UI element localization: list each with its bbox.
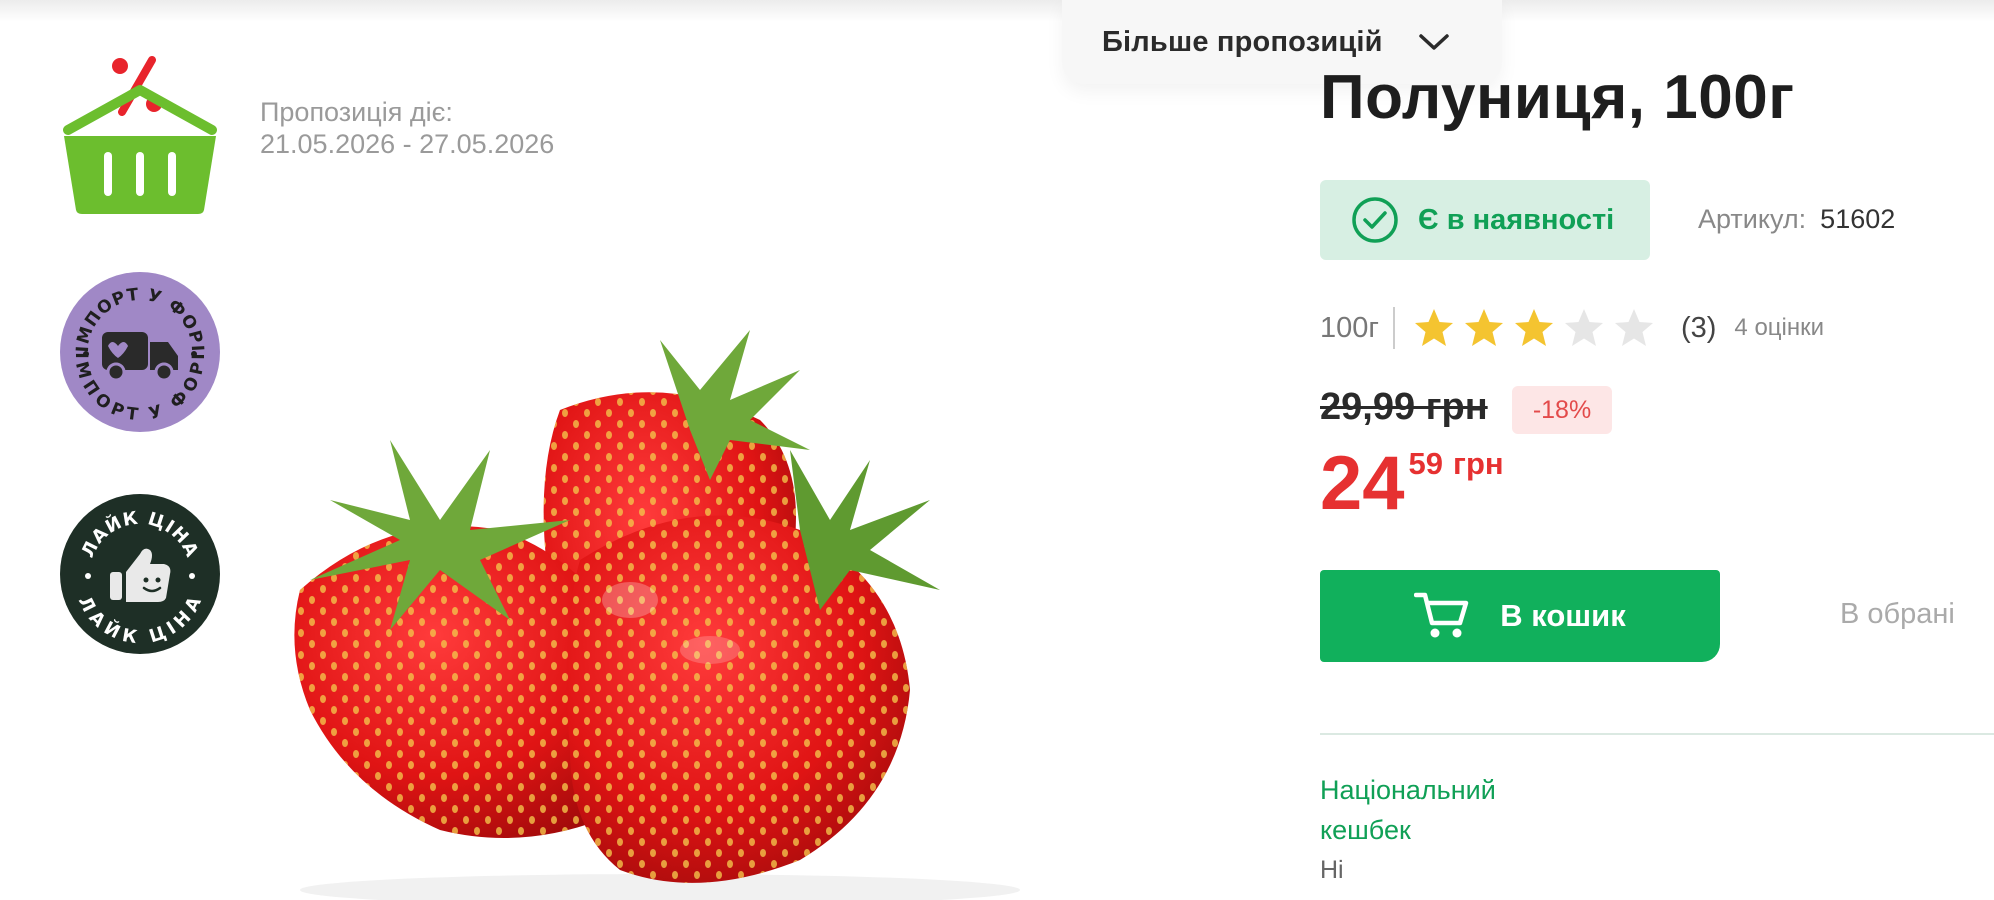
old-price: 29,99 грн: [1320, 386, 1488, 428]
price-currency: грн: [1453, 446, 1504, 481]
rating-stars[interactable]: [1413, 307, 1655, 349]
product-weight: 100г: [1320, 307, 1395, 349]
current-price: 24 59 грн: [1320, 444, 1504, 524]
add-to-cart-button[interactable]: В кошик: [1320, 570, 1720, 662]
star-icon[interactable]: [1613, 307, 1655, 349]
check-circle-icon: [1352, 197, 1398, 243]
rating-count: (3): [1680, 311, 1717, 344]
add-to-wishlist-button[interactable]: В обрані: [1840, 598, 1955, 631]
offer-dates: 21.05.2026 - 27.05.2026: [260, 129, 555, 159]
chevron-down-icon: [1418, 34, 1449, 50]
like-thumb-icon: ЛАЙК ЦІНА ЛАЙК ЦІНА: [60, 494, 220, 654]
discount-badge: -18%: [1512, 386, 1612, 434]
add-to-cart-label: В кошик: [1500, 598, 1626, 633]
top-shadow: [0, 0, 1994, 22]
star-icon[interactable]: [1413, 307, 1455, 349]
import-truck-icon: ІМПОРТ У ФОРІ ІМПОРТ У ФОРІ: [60, 272, 220, 432]
product-title: Полуниця, 100г: [1320, 63, 1795, 132]
star-icon[interactable]: [1563, 307, 1605, 349]
more-offers-label: Більше пропозицій: [1102, 25, 1383, 58]
cashback-label: Національний кешбек: [1320, 775, 1496, 845]
offer-label: Пропозиція діє:: [260, 97, 453, 127]
sku-value: 51602: [1820, 204, 1896, 234]
divider: [1320, 733, 1994, 735]
availability-text: Є в наявності: [1418, 203, 1615, 236]
product-page: Більше пропозицій Пропозиція діє: 21.05.…: [0, 0, 1994, 900]
reviews-link[interactable]: 4 оцінки: [1734, 314, 1824, 342]
sku-label: Артикул:: [1698, 204, 1807, 234]
cashback-value: Ні: [1320, 856, 1344, 884]
sku: Артикул: 51602: [1698, 204, 1895, 235]
price-cents: 59: [1408, 446, 1444, 481]
sale-basket-icon: [63, 56, 217, 214]
star-icon[interactable]: [1513, 307, 1555, 349]
star-icon[interactable]: [1463, 307, 1505, 349]
product-image: [294, 330, 1020, 900]
availability-badge: Є в наявності: [1320, 180, 1650, 260]
price-integer: 24: [1320, 441, 1405, 526]
cart-icon: [1414, 592, 1469, 638]
offer-period: Пропозиція діє: 21.05.2026 - 27.05.2026: [260, 96, 554, 160]
meta-row: 100г (3) 4 оцінки: [1320, 306, 1824, 350]
